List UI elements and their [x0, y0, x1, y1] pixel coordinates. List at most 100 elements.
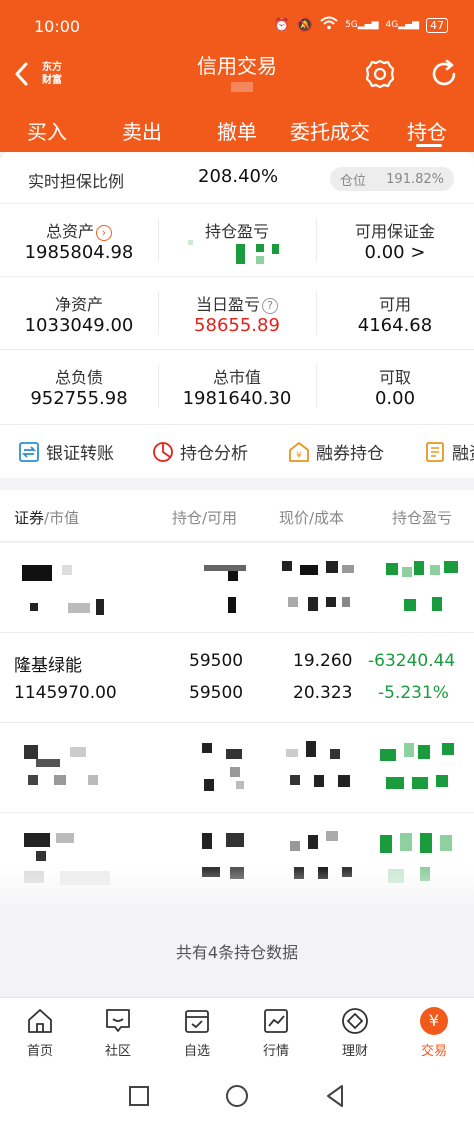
masked-pixel: [236, 244, 245, 264]
total-liabilities-value: 952755.98: [30, 388, 128, 409]
total-assets-cell[interactable]: 总资产 › 1985804.98: [0, 204, 158, 277]
signal-label-1: 5G: [345, 20, 358, 30]
available-margin-label: 可用保证金: [354, 222, 435, 241]
col-pnl-header[interactable]: 持仓盈亏: [392, 507, 452, 528]
mute-icon: 🔕: [296, 17, 314, 33]
masked-pixel: [330, 749, 340, 759]
summary-row-3: 总负债 952755.98 总市值 1981640.30 可取 0.00: [0, 350, 474, 423]
masked-pixel: [402, 567, 412, 577]
tab-cancel[interactable]: 撤单: [217, 116, 257, 145]
nav-market[interactable]: 行情: [246, 1006, 306, 1059]
masked-pixel: [288, 597, 298, 607]
yen-icon: ¥: [420, 1007, 448, 1035]
total-liabilities-label: 总负债: [54, 368, 103, 387]
masked-pixel: [282, 561, 292, 571]
masked-pixel: [308, 835, 318, 849]
masked-pixel: [440, 835, 452, 851]
table-row[interactable]: 隆基绿能 1145970.00 59500 59500 19.260 20.32…: [0, 633, 474, 723]
masked-pixel: [56, 833, 74, 843]
masked-pixel: [430, 565, 440, 575]
col-security-header[interactable]: 证券/市值: [14, 507, 79, 528]
masked-pixel: [432, 597, 442, 611]
chat-icon: [106, 1009, 130, 1032]
table-row[interactable]: [0, 813, 474, 905]
masked-pixel: [68, 603, 90, 613]
home-icon: [28, 1009, 52, 1033]
masked-pixel: [226, 833, 244, 847]
position-analysis-button[interactable]: 持仓分析: [152, 439, 248, 464]
nav-trade[interactable]: ¥ 交易: [404, 1006, 464, 1059]
available-cash-value: 4164.68: [357, 315, 433, 336]
gear-icon[interactable]: [364, 58, 396, 90]
nav-watchlist-label: 自选: [183, 1044, 210, 1059]
masked-pixel: [256, 244, 264, 252]
nav-wealth-label: 理财: [341, 1044, 368, 1059]
position-ratio-label: 仓位: [340, 173, 367, 189]
masked-pixel: [380, 835, 392, 853]
masked-pixel: [342, 597, 350, 607]
tab-sell[interactable]: 卖出: [122, 116, 162, 145]
system-navigation-bar: [0, 1065, 474, 1123]
wifi-icon: [320, 16, 338, 34]
signal-icon-1: 5G▂▄▆: [345, 20, 379, 30]
home-circle-icon[interactable]: [225, 1084, 249, 1108]
nav-market-label: 行情: [262, 1044, 289, 1059]
position-ratio-badge: 仓位 191.82%: [330, 167, 454, 191]
help-icon[interactable]: ?: [262, 298, 278, 314]
available-cash-cell: 可用 4164.68: [316, 277, 474, 350]
col-security-main: 证券: [14, 509, 45, 527]
pie-chart-icon: [153, 441, 173, 462]
back-triangle-icon[interactable]: [324, 1084, 346, 1108]
recent-apps-icon[interactable]: [128, 1085, 150, 1107]
masked-pixel: [286, 749, 298, 757]
masked-pixel: [236, 781, 244, 789]
collateral-ratio-label: 实时担保比例: [28, 172, 125, 191]
nav-home[interactable]: 首页: [10, 1006, 70, 1059]
nav-watchlist[interactable]: 自选: [167, 1006, 227, 1059]
market-value: 1145970.00: [14, 683, 117, 703]
masked-pixel: [256, 256, 264, 264]
col-holding-header[interactable]: 持仓/可用: [172, 507, 237, 528]
withdrawable-cell: 可取 0.00: [316, 350, 474, 423]
table-row[interactable]: [0, 723, 474, 813]
tab-positions[interactable]: 持仓: [407, 116, 447, 145]
masked-pixel: [290, 775, 300, 785]
masked-pixel: [338, 775, 350, 787]
holding-pnl-pct: -5.231%: [378, 683, 449, 703]
total-assets-value: 1985804.98: [24, 242, 134, 263]
alarm-icon: ⏰: [273, 17, 290, 33]
refresh-icon[interactable]: [428, 58, 460, 90]
col-security-sub: /市值: [44, 509, 80, 527]
status-icons: ⏰ 🔕 5G▂▄▆ 4G▂▄▆ 47: [274, 16, 448, 34]
margin-finance-button[interactable]: 融资: [424, 439, 474, 464]
masked-pixel: [404, 743, 414, 757]
available-margin-value: 0.00 >: [364, 242, 426, 263]
masked-pixel: [22, 565, 52, 581]
daily-pnl-label: 当日盈亏: [195, 295, 260, 314]
masked-pixel: [442, 743, 454, 755]
tab-buy[interactable]: 买入: [27, 116, 67, 145]
daily-pnl-value: 58655.89: [194, 315, 280, 336]
nav-community[interactable]: 社区: [88, 1006, 148, 1059]
signal-icon-2: 4G▂▄▆: [385, 20, 419, 30]
tab-orders[interactable]: 委托成交: [290, 116, 370, 145]
fade-overlay: [0, 869, 474, 905]
checklist-icon: [185, 1010, 209, 1033]
nav-trade-label: 交易: [420, 1044, 447, 1059]
available-cash-label: 可用: [378, 295, 411, 314]
summary-row-2: 净资产 1033049.00 当日盈亏? 58655.89 可用 4164.68: [0, 277, 474, 350]
net-assets-cell: 净资产 1033049.00: [0, 277, 158, 350]
daily-pnl-label-wrap: 当日盈亏?: [158, 291, 316, 315]
account-mask: [231, 82, 253, 92]
nav-wealth[interactable]: 理财: [325, 1006, 385, 1059]
available-margin-cell[interactable]: 可用保证金 0.00 >: [316, 204, 474, 277]
table-row[interactable]: [0, 543, 474, 633]
masked-pixel: [420, 833, 432, 853]
masked-pixel: [272, 244, 279, 254]
col-price-header[interactable]: 现价/成本: [279, 507, 344, 528]
account-summary: 实时担保比例 208.40% 仓位 191.82% 总资产 › 1985804.9…: [0, 152, 474, 424]
position-analysis-label: 持仓分析: [180, 444, 248, 464]
short-position-button[interactable]: ¥ 融券持仓: [288, 439, 384, 464]
position-ratio-value: 191.82%: [386, 171, 444, 187]
bank-transfer-button[interactable]: 银证转账: [18, 439, 114, 464]
